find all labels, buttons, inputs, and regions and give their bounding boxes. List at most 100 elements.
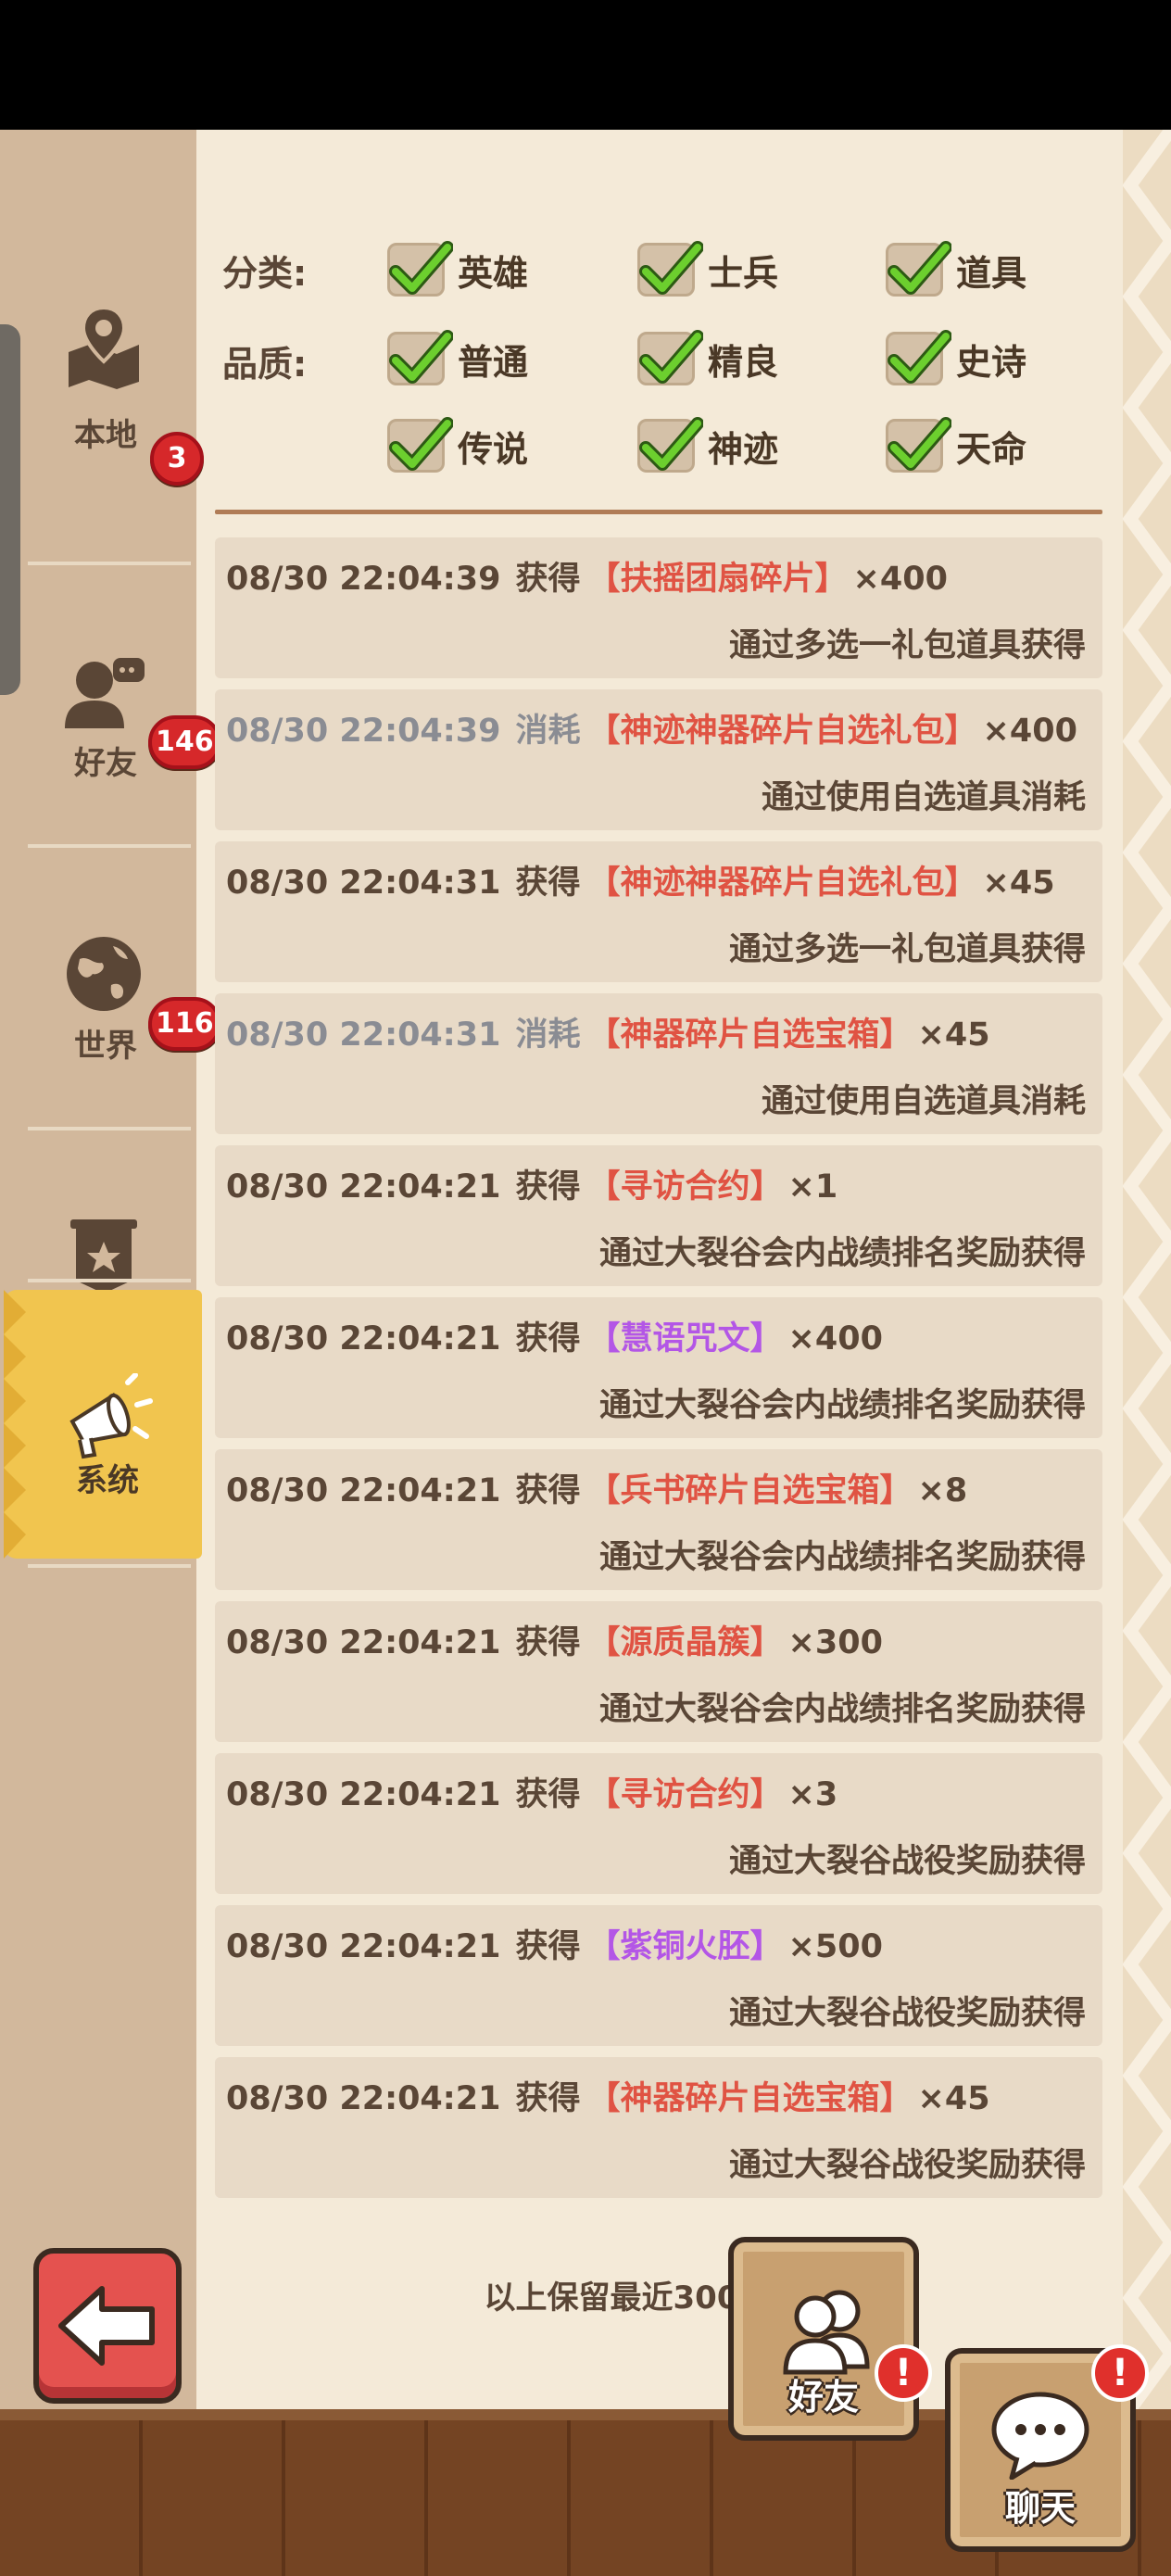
status-bar-area (0, 0, 1171, 130)
record-action: 获得 (515, 1624, 581, 1661)
divider (28, 562, 191, 565)
sidebar-item-friends[interactable]: 好友 (0, 565, 196, 843)
record-qty: ×45 (917, 2080, 990, 2117)
record-time: 08/30 22:04:21 (226, 2080, 501, 2117)
filter-soldier-checkbox[interactable]: 士兵 (637, 241, 778, 297)
record-qty: ×8 (917, 1472, 968, 1509)
record-action: 获得 (515, 561, 581, 598)
checkbox-label: 天命 (956, 428, 1027, 470)
checkmark-icon (886, 330, 951, 385)
filter-item-checkbox[interactable]: 道具 (886, 241, 1027, 297)
record-item: 【慧语咒文】 (587, 1320, 783, 1357)
record-qty: ×45 (982, 865, 1055, 902)
record-main-line: 08/30 22:04:21 获得 【兵书碎片自选宝箱】 ×8 (226, 1464, 967, 1511)
record-time: 08/30 22:04:39 (226, 561, 501, 598)
friends-icon (776, 2283, 878, 2380)
record-source: 通过大裂谷战役奖励获得 (728, 2147, 1086, 2184)
chat-bubble-icon (989, 2391, 1091, 2483)
record-time: 08/30 22:04:21 (226, 1624, 501, 1661)
checkmark-icon (637, 330, 703, 385)
footer-note: 以上保留最近300条记录 (484, 2279, 834, 2317)
record-qty: ×45 (917, 1017, 990, 1054)
filter-common-checkbox[interactable]: 普通 (387, 330, 529, 385)
checkmark-icon (387, 330, 453, 385)
record-action: 获得 (515, 1168, 581, 1206)
record-source: 通过大裂谷战役奖励获得 (728, 1995, 1086, 2032)
checkbox-label: 普通 (458, 341, 529, 383)
friends-alert-badge: ! (875, 2344, 932, 2402)
record-action: 消耗 (515, 1017, 581, 1054)
filter-fine-checkbox[interactable]: 精良 (637, 330, 779, 385)
record-qty: ×500 (787, 1928, 883, 1965)
checkmark-icon (886, 417, 951, 473)
divider (28, 844, 191, 848)
sidebar-sep-wrap (0, 287, 196, 565)
chat-alert-badge: ! (1091, 2344, 1149, 2402)
record-source: 通过大裂谷战役奖励获得 (728, 1843, 1086, 1880)
record-main-line: 08/30 22:04:21 获得 【源质晶簇】 ×300 (226, 1616, 883, 1663)
sidebar-item-system[interactable]: 系统 (4, 1290, 202, 1559)
divider (28, 1564, 191, 1568)
filter-divider (215, 510, 1102, 514)
record-main-line: 08/30 22:04:31 消耗 【神器碎片自选宝箱】 ×45 (226, 1008, 990, 1055)
filter-epic-checkbox[interactable]: 史诗 (886, 330, 1027, 385)
record-main-line: 08/30 22:04:21 获得 【紫铜火胚】 ×500 (226, 1920, 883, 1967)
filter-miracle-checkbox[interactable]: 神迹 (637, 417, 778, 473)
record-time: 08/30 22:04:31 (226, 865, 501, 902)
record-qty: ×3 (787, 1776, 838, 1813)
record-qty: ×300 (787, 1624, 883, 1661)
checkbox-label: 道具 (956, 252, 1027, 294)
zigzag-decoration (4, 1290, 26, 1559)
record-source: 通过大裂谷会内战绩排名奖励获得 (598, 1691, 1086, 1728)
record-source: 通过多选一礼包道具获得 (728, 931, 1086, 968)
record-time: 08/30 22:04:21 (226, 1472, 501, 1509)
record-main-line: 08/30 22:04:21 获得 【寻访合约】 ×3 (226, 1768, 837, 1815)
record-item: 【兵书碎片自选宝箱】 (587, 1472, 913, 1509)
world-badge: 146 (148, 715, 221, 769)
record-qty: ×400 (982, 713, 1077, 750)
record-time: 08/30 22:04:21 (226, 1776, 501, 1813)
record-time: 08/30 22:04:21 (226, 1320, 501, 1357)
record-row: 08/30 22:04:21 获得 【紫铜火胚】 ×500 通过大裂谷战役奖励获得 (215, 1905, 1102, 2046)
filter-legend-checkbox[interactable]: 传说 (387, 417, 528, 473)
right-decoration (1123, 130, 1171, 2409)
record-source: 通过大裂谷会内战绩排名奖励获得 (598, 1539, 1086, 1576)
checkmark-icon (387, 417, 453, 473)
record-main-line: 08/30 22:04:39 获得 【扶摇团扇碎片】 ×400 (226, 552, 948, 600)
record-action: 获得 (515, 1776, 581, 1813)
record-action: 消耗 (515, 713, 581, 750)
record-row: 08/30 22:04:39 消耗 【神迹神器碎片自选礼包】 ×400 通过使用自选道… (215, 689, 1102, 830)
record-action: 获得 (515, 2080, 581, 2117)
record-list[interactable]: 08/30 22:04:39 获得 【扶摇团扇碎片】 ×400 通过多选一礼包道具获得… (215, 537, 1102, 2307)
checkbox-label: 精良 (708, 341, 779, 383)
record-time: 08/30 22:04:39 (226, 713, 501, 750)
sidebar-item-world[interactable]: 世界 (0, 848, 196, 1126)
megaphone-icon (63, 1372, 154, 1462)
record-item: 【神迹神器碎片自选礼包】 (587, 865, 977, 902)
record-time: 08/30 22:04:31 (226, 1017, 501, 1054)
filter-hero-checkbox[interactable]: 英雄 (387, 241, 528, 297)
record-main-line: 08/30 22:04:21 获得 【寻访合约】 ×1 (226, 1160, 837, 1207)
record-row: 08/30 22:04:21 获得 【神器碎片自选宝箱】 ×45 通过大裂谷战役奖励获… (215, 2057, 1102, 2198)
globe-icon (61, 931, 146, 1017)
record-item: 【紫铜火胚】 (587, 1928, 783, 1965)
filter-destiny-checkbox[interactable]: 天命 (886, 417, 1027, 473)
friends-button[interactable]: 好友 (728, 2237, 919, 2441)
checkmark-icon (637, 241, 703, 297)
record-row: 08/30 22:04:21 获得 【寻访合约】 ×1 通过大裂谷会内战绩排名奖励获得 (215, 1145, 1102, 1286)
record-source: 通过大裂谷会内战绩排名奖励获得 (598, 1387, 1086, 1424)
record-action: 获得 (515, 865, 581, 902)
quality-filter-label: 品质: (222, 344, 308, 385)
record-main-line: 08/30 22:04:21 获得 【神器碎片自选宝箱】 ×45 (226, 2072, 990, 2119)
log-screen: 本地 好友 世界 系统 3 146 116 分类: 品质: 英雄 士兵 道具 普… (0, 130, 1171, 2576)
back-button[interactable] (33, 2248, 182, 2404)
sidebar-item-label: 系统 (76, 1462, 139, 1499)
record-main-line: 08/30 22:04:39 消耗 【神迹神器碎片自选礼包】 ×400 (226, 704, 1077, 751)
record-action: 获得 (515, 1928, 581, 1965)
checkbox-label: 史诗 (956, 341, 1027, 383)
category-filter-label: 分类: (222, 253, 308, 294)
guild-banner-icon (61, 1214, 146, 1299)
record-main-line: 08/30 22:04:31 获得 【神迹神器碎片自选礼包】 ×45 (226, 856, 1055, 903)
record-item: 【神器碎片自选宝箱】 (587, 2080, 913, 2117)
record-time: 08/30 22:04:21 (226, 1928, 501, 1965)
